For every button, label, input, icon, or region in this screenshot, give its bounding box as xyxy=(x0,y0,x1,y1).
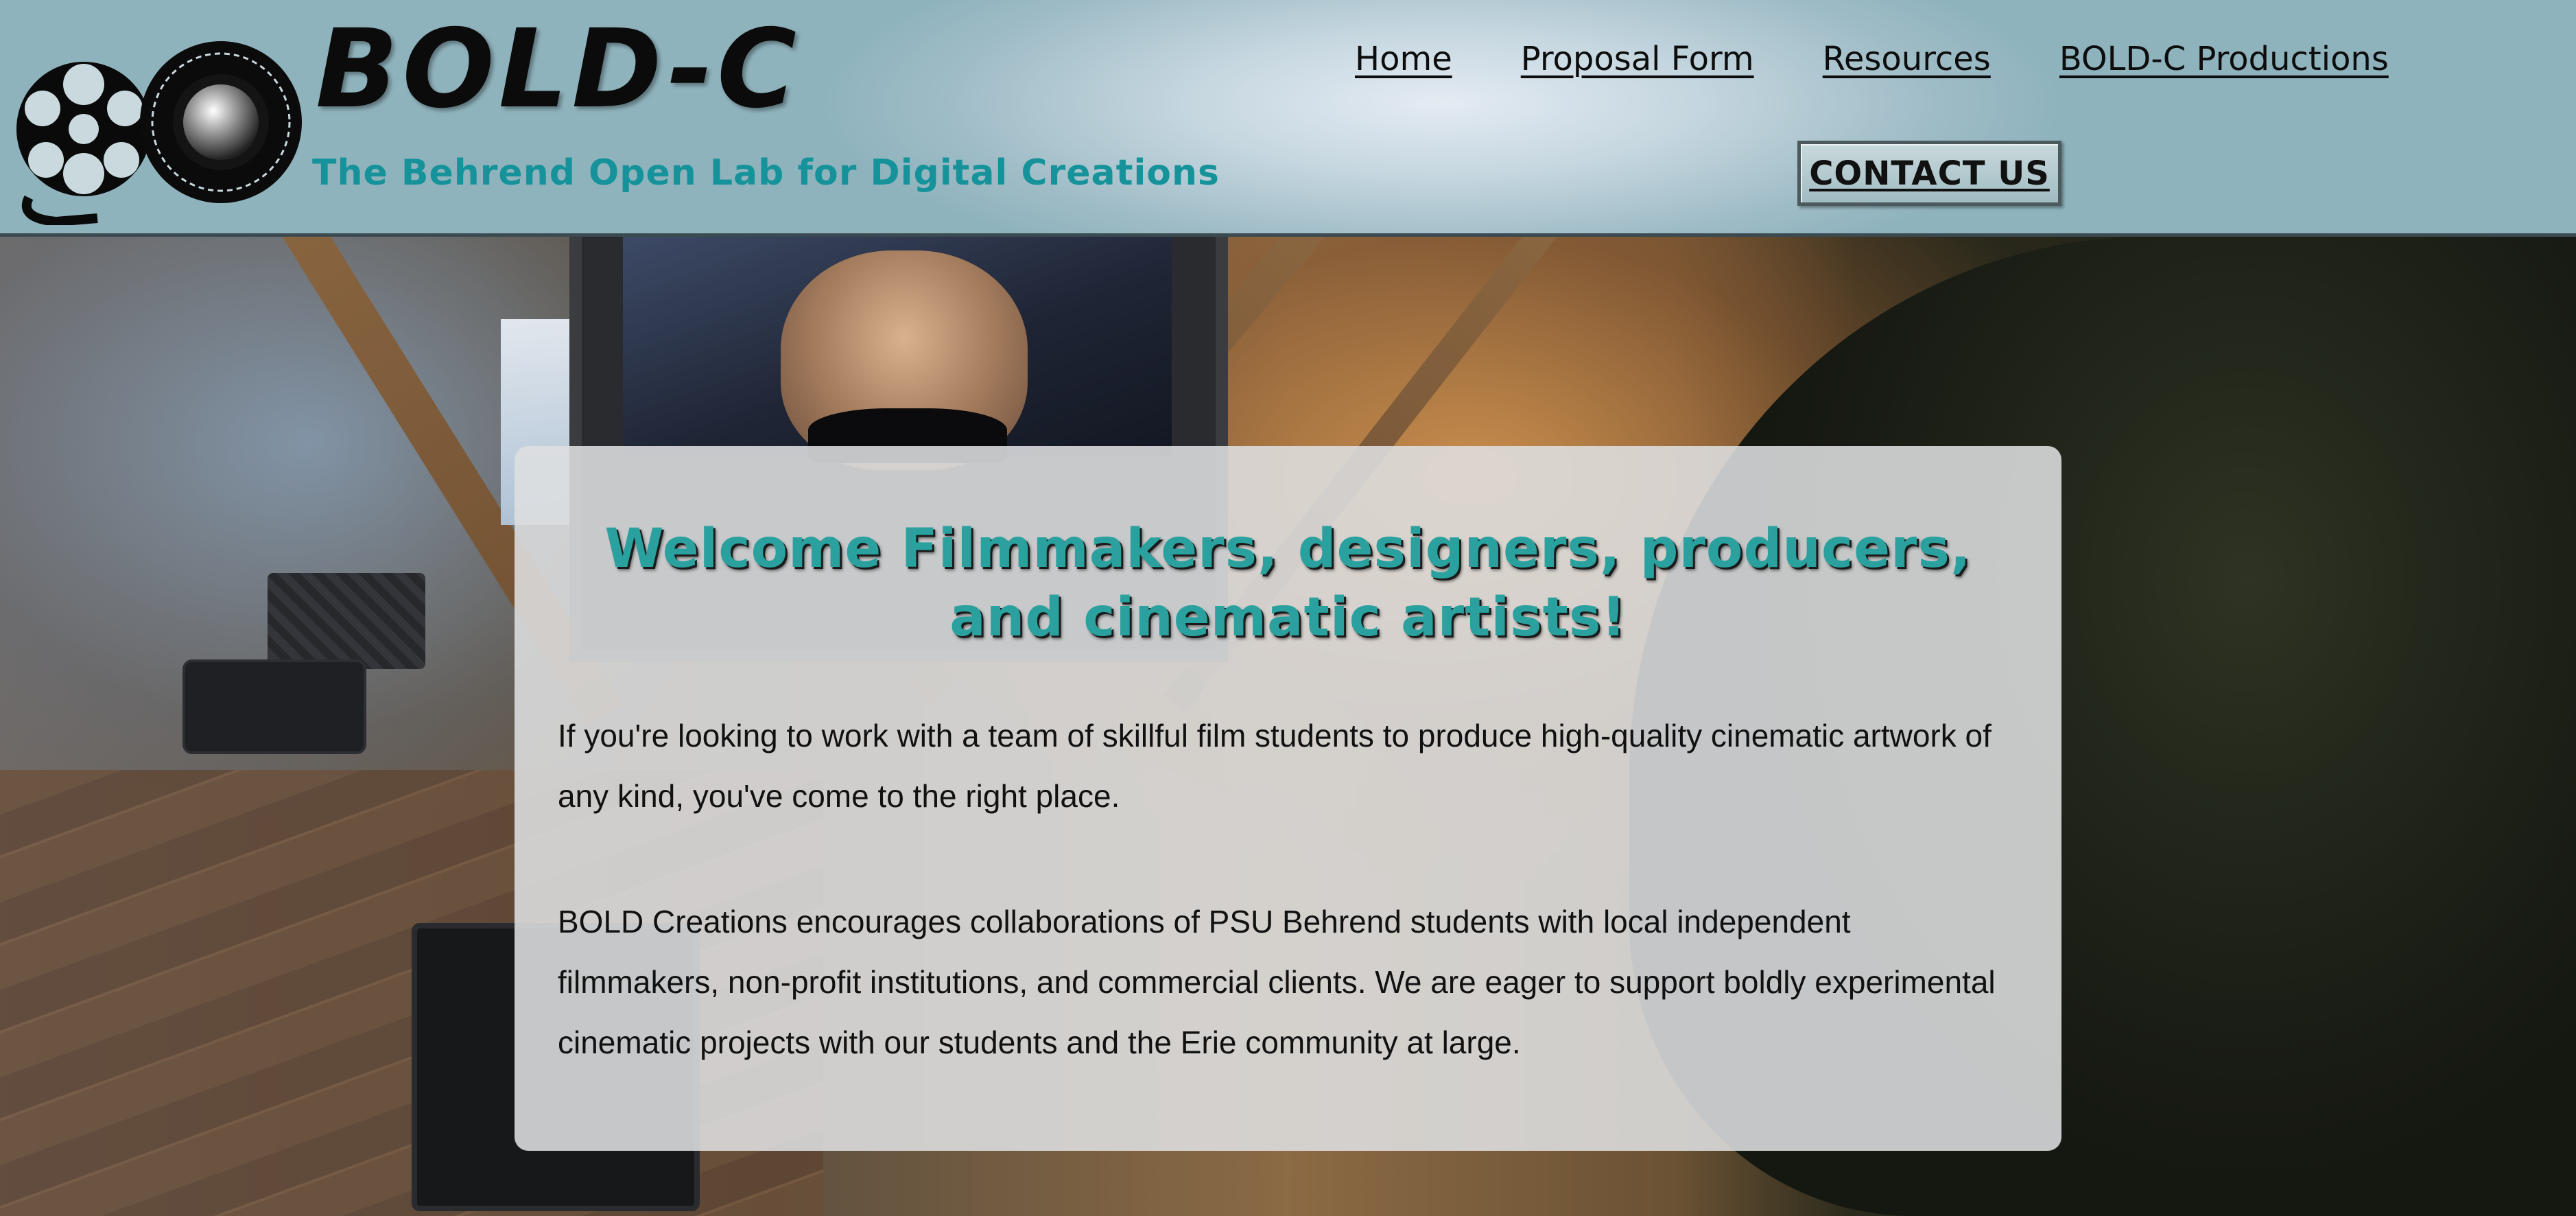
equipment-case xyxy=(185,662,364,751)
site-header: BOLD-C The Behrend Open Lab for Digital … xyxy=(0,0,2576,237)
contact-us-button[interactable]: CONTACT US xyxy=(1797,141,2061,206)
monitor-screen xyxy=(623,237,1172,470)
equipment-case xyxy=(268,573,425,669)
nav-home-link[interactable]: Home xyxy=(1355,40,1452,78)
collaboration-paragraph: BOLD Creations encourages collaborations… xyxy=(558,904,1996,1060)
welcome-card: Welcome Filmmakers, designers, producers… xyxy=(515,446,2061,1151)
intro-paragraph: If you're looking to work with a team of… xyxy=(558,718,1992,814)
nav-proposal-form-link[interactable]: Proposal Form xyxy=(1521,40,1754,78)
nav-resources-link[interactable]: Resources xyxy=(1823,40,1991,78)
nav-productions-link[interactable]: BOLD-C Productions xyxy=(2059,40,2389,78)
welcome-heading: Welcome Filmmakers, designers, producers… xyxy=(604,518,1972,648)
main-nav: Home Proposal Form Resources BOLD-C Prod… xyxy=(1355,40,2389,78)
film-reel-icon[interactable] xyxy=(15,19,303,225)
brand-title[interactable]: BOLD-C xyxy=(316,15,801,124)
brand-tagline: The Behrend Open Lab for Digital Creatio… xyxy=(312,152,1220,194)
